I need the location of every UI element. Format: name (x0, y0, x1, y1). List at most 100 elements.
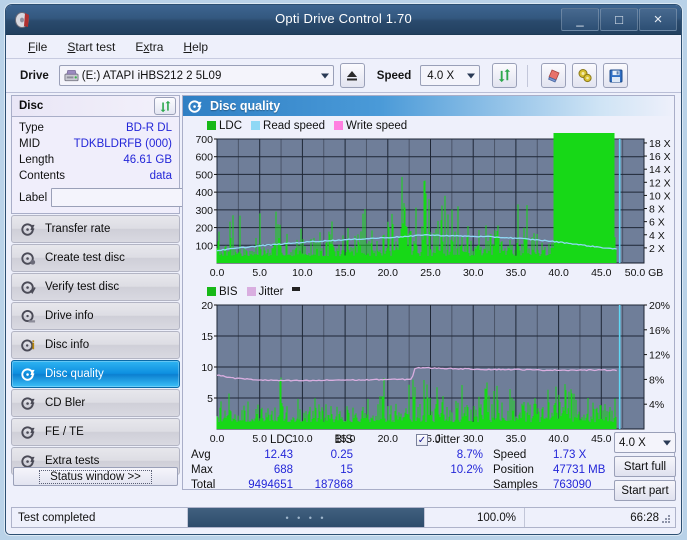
test-speed-select[interactable]: 4.0 X (614, 432, 676, 453)
svg-text:14 X: 14 X (649, 164, 671, 176)
disc-panel-title: Disc (19, 100, 44, 112)
disc-row-length: Length 46.61 GB (19, 152, 172, 168)
svg-text:25.0: 25.0 (420, 267, 441, 279)
disc-refresh-button[interactable] (154, 97, 176, 115)
erase-button[interactable] (541, 63, 567, 88)
sidebar-item-label: Extra tests (45, 455, 100, 467)
stats-position-value: 47731 MB (553, 464, 606, 476)
svg-text:20: 20 (201, 300, 213, 312)
refresh-icon (160, 100, 170, 112)
speed-select[interactable]: 4.0 X (420, 65, 481, 86)
stats-samples-key: Samples (493, 479, 538, 491)
eraser-icon (547, 69, 560, 83)
drive-icon (64, 69, 79, 81)
drive-info-icon (21, 309, 36, 322)
svg-text:6 X: 6 X (649, 217, 665, 229)
disc-info-box: Type BD-R DL MID TDKBLDRFB (000) Length … (11, 116, 253, 214)
sidebar-item-transfer-rate[interactable]: Transfer rate (11, 215, 180, 243)
minimize-button[interactable]: _ (561, 8, 599, 31)
legend-label-read-speed: Read speed (263, 119, 326, 132)
menu-help[interactable]: Help (183, 40, 208, 54)
bis-jitter-chart: 51015204%8%12%16%20%0.0 5.0 10.0 15.0 20.0 25… (201, 300, 670, 445)
sidebar-item-fe-te[interactable]: FE / TE (11, 418, 180, 446)
refresh-button[interactable] (492, 63, 518, 88)
sidebar-item-verify-test-disc[interactable]: Verify test disc (11, 273, 180, 301)
svg-text:15: 15 (201, 331, 213, 343)
sidebar-item-disc-quality[interactable]: Disc quality (11, 360, 180, 388)
sidebar-item-label: Verify test disc (45, 281, 120, 293)
menu-file[interactable]: FFileile (28, 40, 47, 54)
legend-swatch-write-speed (334, 121, 344, 130)
legend-swatch-bis (207, 287, 216, 296)
disc-quality-icon (21, 367, 35, 381)
disc-value-length: 46.61 GB (123, 154, 172, 166)
maximize-button[interactable]: □ (600, 8, 638, 31)
disc-key-type: Type (19, 122, 44, 134)
drive-label: Drive (20, 69, 49, 82)
svg-text:2 X: 2 X (649, 243, 665, 255)
legend-label-write-speed: Write speed (346, 119, 408, 132)
close-button[interactable]: × (639, 8, 677, 31)
svg-text:50.0 GB: 50.0 GB (625, 267, 664, 279)
test-speed-value: 4.0 X (619, 436, 646, 449)
jitter-checkbox[interactable]: ✓ (416, 434, 428, 446)
svg-text:600: 600 (195, 152, 213, 164)
menu-extra[interactable]: Extra (135, 40, 163, 54)
sidebar-item-drive-info[interactable]: Drive info (11, 302, 180, 330)
drive-select[interactable]: (E:) ATAPI iHBS212 2 5L09 (58, 65, 334, 86)
svg-text:16 X: 16 X (649, 151, 671, 163)
toolbar: Drive (E:) ATAPI iHBS212 2 5L09 Speed 4.… (6, 59, 681, 93)
start-part-button[interactable]: Start part (614, 480, 676, 501)
progress-percent: 100.0% (425, 508, 525, 527)
svg-text:18 X: 18 X (649, 138, 671, 150)
disc-value-contents: data (149, 170, 172, 182)
sidebar-item-create-test-disc[interactable]: Create test disc (11, 244, 180, 272)
menu-start-test[interactable]: Start test (67, 40, 115, 54)
stats-speed-key: Speed (493, 449, 527, 461)
resize-grip-icon[interactable] (660, 513, 672, 525)
sidebar-item-disc-info[interactable]: Disc info (11, 331, 180, 359)
svg-text:700: 700 (195, 134, 213, 146)
sidebar-item-label: Transfer rate (45, 223, 111, 235)
svg-text:15.0: 15.0 (335, 267, 356, 279)
svg-text:100: 100 (195, 240, 213, 252)
settings-button[interactable] (572, 63, 598, 88)
disc-value-mid: TDKBLDRFB (000) (73, 138, 172, 150)
legend-jitter: Jitter (246, 286, 283, 298)
sidebar-item-label: Disc quality (45, 368, 104, 380)
sidebar-item-cd-bler[interactable]: CD Bler (11, 389, 180, 417)
disc-quality-icon (188, 99, 202, 113)
status-text: Test completed (18, 511, 96, 524)
stats-row-label-total: Total (191, 479, 216, 491)
save-button[interactable] (603, 63, 629, 88)
sidebar-item-label: Create test disc (45, 252, 125, 264)
svg-text:20.0: 20.0 (378, 267, 399, 279)
svg-text:12%: 12% (649, 350, 670, 362)
status-window-button[interactable]: Status window >> (13, 467, 178, 486)
legend-label-bis: BIS (219, 285, 238, 298)
stats-ldc-avg: 12.43 (264, 449, 293, 461)
chevron-down-icon (320, 73, 329, 78)
disc-verify-icon (21, 280, 36, 294)
elapsed-time: 66:28 (630, 511, 659, 524)
content-area: Disc Type BD-R DL MID TDKBLDRFB (000) Le… (6, 93, 681, 501)
disc-test-icon (21, 222, 35, 236)
svg-text:8 X: 8 X (649, 204, 665, 216)
stats-bis-max: 15 (340, 464, 353, 476)
stats-row-label-max: Max (191, 464, 213, 476)
eject-button[interactable] (339, 63, 365, 88)
svg-text:20%: 20% (649, 300, 670, 312)
disc-key-contents: Contents (19, 170, 66, 182)
sidebar-item-label: Drive info (45, 310, 94, 322)
stats-col-jitter: Jitter (435, 434, 460, 446)
panel-title: Disc quality (210, 99, 281, 113)
svg-text:8%: 8% (649, 374, 664, 386)
window-buttons: _ □ × (561, 8, 677, 31)
drive-value: (E:) ATAPI iHBS212 2 5L09 (81, 69, 222, 82)
disc-value-type: BD-R DL (125, 122, 172, 134)
start-full-button[interactable]: Start full (614, 456, 676, 477)
chart1-wrap: 100 200 300 400 500 600 700 2 X4 X6 X8 X 10 X 12 … (183, 133, 674, 283)
chart2-legend: BIS Jitter (183, 284, 674, 299)
status-bar: Test completed • • • • 100.0% 66:28 (11, 507, 676, 528)
title-bar: Opti Drive Control 1.70 _ □ × (6, 5, 681, 35)
